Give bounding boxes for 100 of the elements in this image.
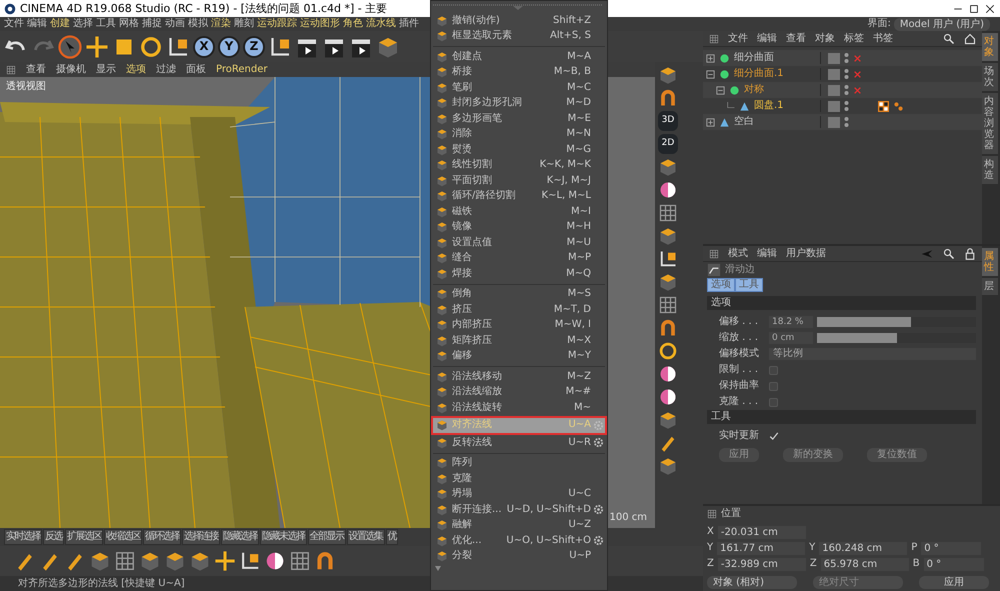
slider-fill[interactable]	[817, 317, 911, 327]
slider-track[interactable]	[817, 333, 976, 343]
menu-item[interactable]: 内部挤压 M~W, I	[433, 318, 605, 333]
viewport-menu-item[interactable]: 选项	[126, 64, 146, 76]
menu-item[interactable]: 编辑	[27, 18, 47, 30]
menu-item[interactable]: 网格	[119, 18, 139, 30]
selection-button[interactable]: 全部显示	[308, 529, 346, 545]
grid-icon[interactable]	[658, 203, 678, 223]
object-name[interactable]: 细分曲面	[734, 52, 774, 64]
magnet-icon[interactable]	[658, 88, 678, 108]
menu-item[interactable]: 镜像 M~H	[433, 220, 605, 235]
cube-icon[interactable]	[658, 456, 678, 476]
rotate-icon[interactable]	[139, 34, 163, 58]
slider-fill[interactable]	[817, 333, 896, 343]
menu-item[interactable]: 运动图形	[300, 18, 340, 30]
checkbox[interactable]	[769, 366, 778, 374]
grid-icon[interactable]	[114, 550, 136, 572]
search-icon[interactable]	[943, 248, 955, 260]
checkbox[interactable]	[769, 398, 778, 406]
visibility-dots-icon[interactable]	[844, 116, 849, 128]
menu-item[interactable]: 角色	[343, 18, 363, 30]
mode-dropdown[interactable]: 对象 (相对)	[707, 576, 797, 589]
menu-item[interactable]: 线性切割 K~K, M~K	[433, 158, 605, 173]
menu-item[interactable]: 对象	[815, 32, 835, 44]
viewport-menu-item[interactable]: 查看	[26, 64, 46, 76]
menu-item[interactable]: 矩阵挤压 M~X	[433, 333, 605, 348]
cube-icon[interactable]	[139, 550, 161, 572]
layer-swatch[interactable]	[828, 84, 840, 96]
menu-item[interactable]: 克隆	[433, 471, 605, 486]
menu-item[interactable]: 模拟	[188, 18, 208, 30]
coordinate-icon[interactable]	[658, 249, 678, 269]
close-icon[interactable]	[984, 2, 996, 14]
action-button[interactable]: 复位数值	[867, 448, 927, 462]
dropdown-field[interactable]: 等比例	[769, 348, 976, 360]
viewport-menu-item[interactable]: 显示	[96, 64, 116, 76]
menu-item[interactable]: 平面切割 K~J, M~J	[433, 173, 605, 188]
menu-item[interactable]: 消除 M~N	[433, 126, 605, 142]
menu-item[interactable]: 动画	[165, 18, 185, 30]
menu-item[interactable]: 挤压 M~T, D	[433, 302, 605, 318]
visibility-dots-icon[interactable]	[844, 52, 849, 64]
coordinate-field[interactable]: -20.031 cm	[718, 526, 806, 538]
coordinate-field[interactable]: -32.989 cm	[718, 558, 806, 570]
object-name[interactable]: 空白	[734, 116, 754, 128]
maximize-icon[interactable]	[968, 2, 980, 14]
menu-item[interactable]: 创建	[50, 18, 70, 30]
selection-button[interactable]: 优	[386, 529, 398, 545]
move-icon[interactable]	[214, 550, 236, 572]
coordinate-field[interactable]: 161.77 cm	[717, 542, 806, 554]
menu-item[interactable]: 桥接 M~B, B	[433, 64, 605, 80]
cube-icon[interactable]	[164, 550, 186, 572]
view-mode-button[interactable]: 2D	[658, 134, 678, 154]
menu-item[interactable]: 用户数据	[786, 248, 826, 260]
menu-item[interactable]: 磁铁 M~I	[433, 204, 605, 220]
axis-lock-button[interactable]: Y	[218, 36, 240, 58]
attribute-tab[interactable]: 选项	[707, 278, 735, 292]
sphere-icon[interactable]	[658, 387, 678, 407]
side-tab[interactable]: 构造	[982, 156, 998, 184]
visibility-dots-icon[interactable]	[844, 84, 849, 96]
lock-icon[interactable]	[964, 248, 976, 260]
expander-icon[interactable]	[706, 54, 715, 62]
visibility-dots-icon[interactable]	[844, 100, 849, 112]
menu-item[interactable]: 阵列	[433, 456, 605, 471]
menu-item[interactable]: 偏移 M~Y	[433, 348, 605, 364]
view-mode-button[interactable]: 3D	[658, 111, 678, 131]
menu-item[interactable]: 运动跟踪	[257, 18, 297, 30]
layout-dropdown[interactable]: Model 用户 (用户)	[894, 18, 990, 30]
cube-icon[interactable]	[658, 272, 678, 292]
sphere-icon[interactable]	[658, 364, 678, 384]
selection-button[interactable]: 扩展选区	[65, 529, 103, 545]
menu-item[interactable]: 沿法线缩放 M~#	[433, 384, 605, 400]
size-field[interactable]: 65.978 cm	[820, 558, 909, 570]
layer-swatch[interactable]	[828, 116, 840, 128]
gear-icon[interactable]	[593, 535, 604, 546]
side-tab[interactable]: 内容浏览器	[982, 93, 998, 154]
menu-item[interactable]: 文件	[4, 18, 24, 30]
menu-item[interactable]: 优化... U~O, U~Shift+O	[433, 533, 605, 548]
cube-icon[interactable]	[658, 410, 678, 430]
menu-item[interactable]: 捕捉	[142, 18, 162, 30]
menu-item[interactable]: 设置点值 M~U	[433, 235, 605, 250]
selection-button[interactable]: 反选	[43, 529, 64, 545]
menu-item[interactable]: 选择	[73, 18, 93, 30]
checkmark-icon[interactable]	[769, 431, 779, 441]
menu-item[interactable]: 沿法线旋转 M~	[433, 400, 605, 416]
slider-track[interactable]	[817, 317, 976, 327]
layer-swatch[interactable]	[828, 52, 840, 64]
expander-icon[interactable]	[706, 118, 715, 126]
menu-item[interactable]: 笔刷 M~C	[433, 80, 605, 96]
number-field[interactable]: 18.2 %	[769, 316, 813, 328]
object-name[interactable]: 对称	[744, 84, 764, 96]
search-icon[interactable]	[943, 32, 955, 44]
viewport-menu-item[interactable]: ProRender	[216, 64, 268, 76]
axis-lock-button[interactable]: Z	[243, 36, 265, 58]
cube-icon[interactable]	[658, 226, 678, 246]
menu-item[interactable]: 撤销(动作) Shift+Z	[433, 13, 605, 28]
cube-icon[interactable]	[189, 550, 211, 572]
menu-item[interactable]: 创建点 M~A	[433, 49, 605, 64]
menu-item[interactable]: 缝合 M~P	[433, 250, 605, 266]
rotation-field[interactable]: 0 °	[921, 542, 982, 554]
menu-item[interactable]: 流水线	[366, 18, 396, 30]
menu-item[interactable]: 沿法线移动 M~Z	[433, 369, 605, 384]
